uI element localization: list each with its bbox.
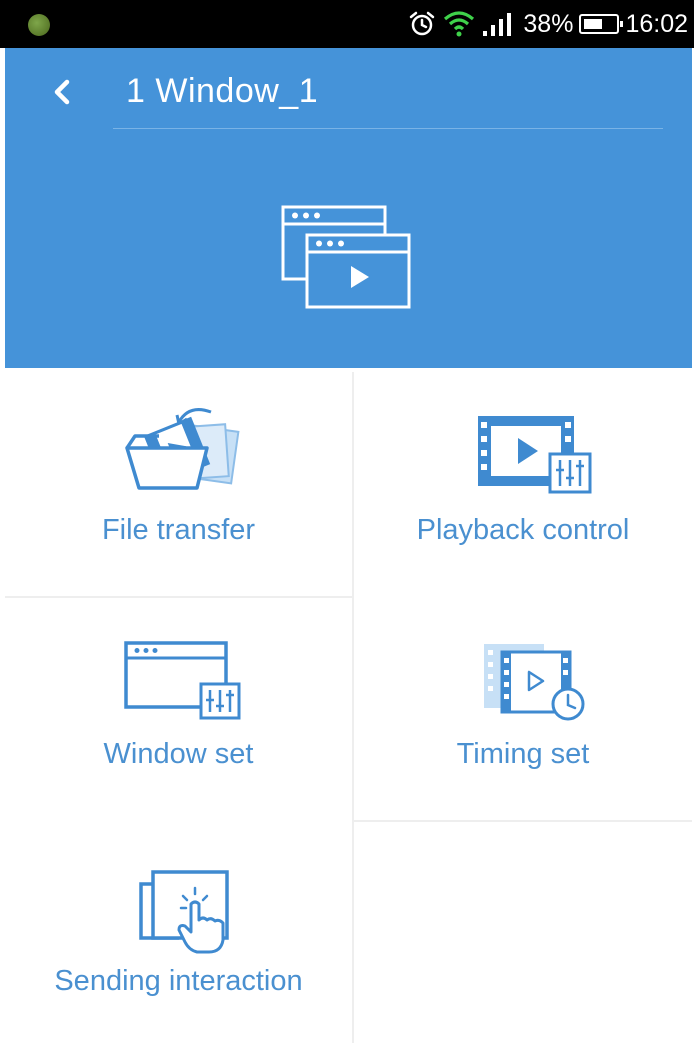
- sending-interaction-label: Sending interaction: [54, 965, 303, 997]
- timing-set-button[interactable]: Timing set: [354, 598, 692, 820]
- signal-icon: [481, 11, 517, 37]
- folder-transfer-icon: [125, 408, 240, 490]
- header-banner: 1 Window_1: [5, 48, 692, 368]
- battery-percent: 38%: [523, 9, 574, 38]
- file-transfer-label: File transfer: [101, 514, 256, 546]
- status-bar: 38% 16:02: [0, 0, 694, 48]
- alarm-icon: [407, 9, 437, 39]
- playback-control-label: Playback control: [416, 514, 630, 546]
- playback-control-button[interactable]: Playback control: [354, 372, 692, 596]
- window-sliders-icon: [124, 641, 241, 720]
- chevron-left-icon: [54, 79, 70, 105]
- touch-interaction-icon: [139, 870, 229, 954]
- windows-play-icon: [281, 205, 411, 309]
- grid-divider-row2: [354, 820, 692, 822]
- window-set-label: Window set: [103, 738, 254, 770]
- clock: 16:02: [625, 9, 688, 38]
- video-sliders-icon: [478, 416, 592, 494]
- page-title: 1 Window_1: [126, 72, 319, 110]
- video-clock-icon: [484, 644, 585, 721]
- file-transfer-button[interactable]: File transfer: [5, 372, 352, 596]
- back-button[interactable]: [41, 70, 91, 114]
- wifi-icon: [443, 10, 475, 38]
- battery-fill: [584, 19, 603, 29]
- app-icon: [28, 14, 50, 36]
- timing-set-label: Timing set: [456, 738, 590, 770]
- window-set-button[interactable]: Window set: [5, 598, 352, 820]
- title-divider: [113, 128, 663, 129]
- status-icons: 38% 16:02: [407, 0, 688, 48]
- sending-interaction-button[interactable]: Sending interaction: [5, 822, 352, 1043]
- battery-icon: [579, 14, 624, 34]
